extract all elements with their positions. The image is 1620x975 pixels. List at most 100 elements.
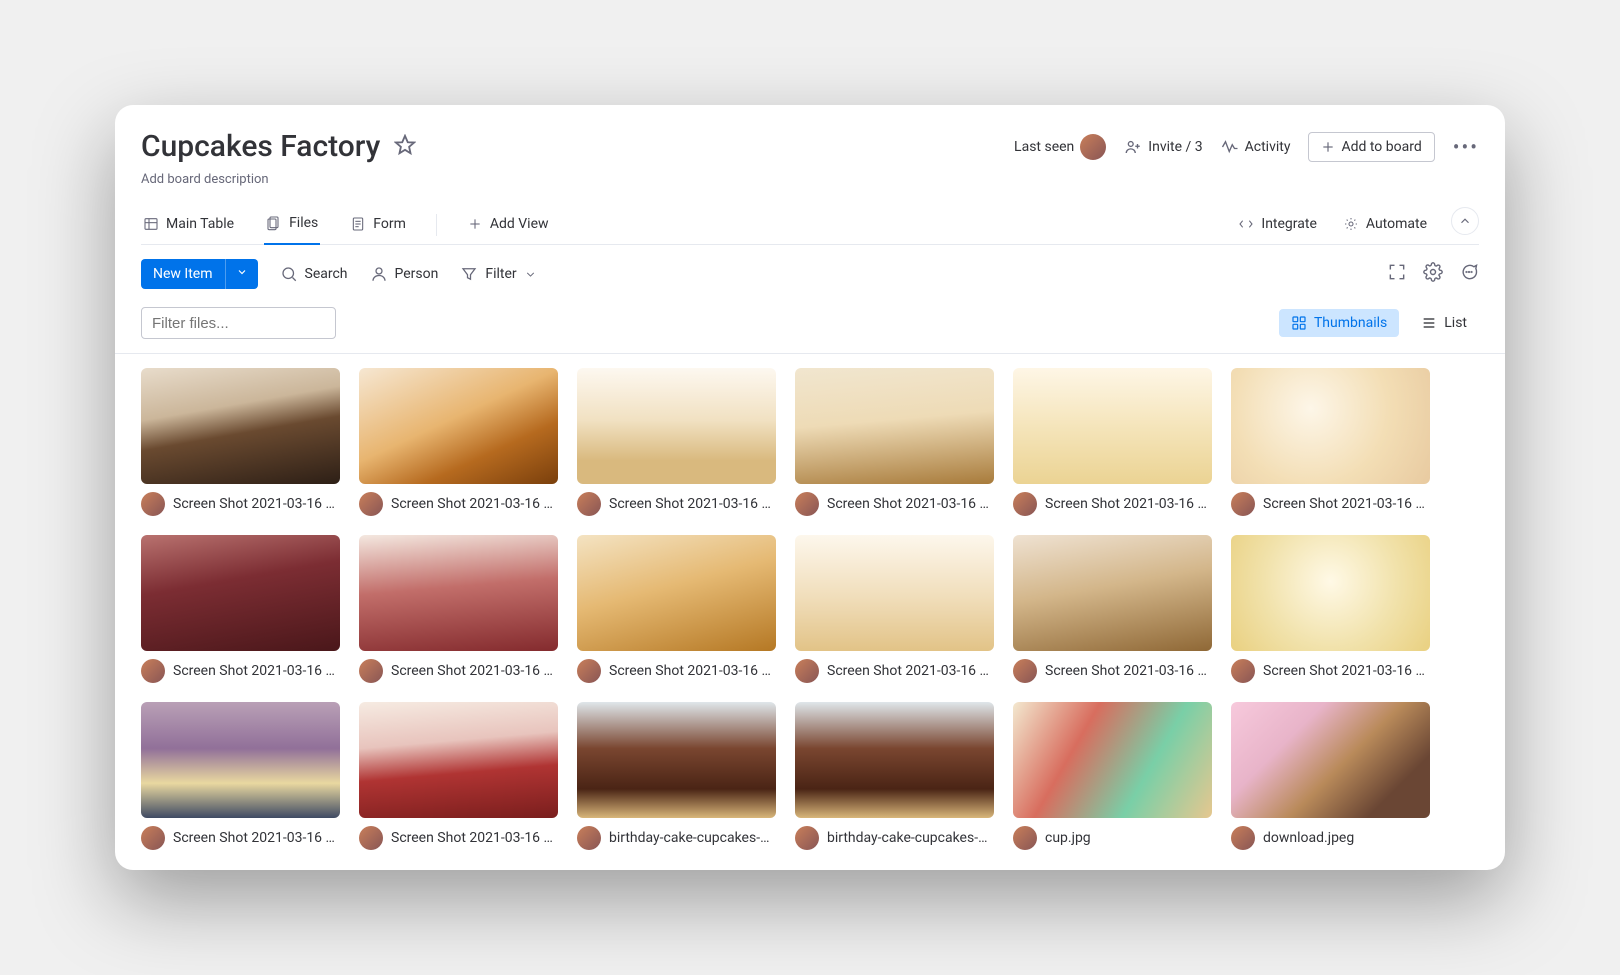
file-name: Screen Shot 2021-03-16 a... <box>1263 663 1430 679</box>
file-name: Screen Shot 2021-03-16 a... <box>827 663 994 679</box>
invite-button[interactable]: Invite / 3 <box>1124 138 1202 156</box>
file-meta: Screen Shot 2021-03-16 a... <box>1013 492 1212 516</box>
tab-main-table[interactable]: Main Table <box>141 206 236 244</box>
last-seen-label: Last seen <box>1014 139 1074 155</box>
file-meta: Screen Shot 2021-03-16 a... <box>359 492 558 516</box>
avatar <box>1231 826 1255 850</box>
filter-files-input[interactable] <box>141 307 336 339</box>
list-view-button[interactable]: List <box>1409 309 1479 337</box>
automate-label: Automate <box>1366 216 1427 232</box>
avatar <box>795 826 819 850</box>
comments-button[interactable] <box>1459 262 1479 286</box>
filter-label: Filter <box>485 266 516 282</box>
files-grid: Screen Shot 2021-03-16 a... Screen Shot … <box>141 368 1479 850</box>
avatar <box>795 492 819 516</box>
activity-button[interactable]: Activity <box>1221 138 1291 156</box>
file-name: Screen Shot 2021-03-16 a... <box>1045 496 1212 512</box>
board-title: Cupcakes Factory <box>141 129 380 164</box>
add-view-button[interactable]: Add View <box>465 206 551 244</box>
file-meta: birthday-cake-cupcakes-w... <box>577 826 776 850</box>
file-card[interactable]: Screen Shot 2021-03-16 a... <box>141 535 340 683</box>
file-meta: Screen Shot 2021-03-16 a... <box>795 492 994 516</box>
file-name: Screen Shot 2021-03-16 a... <box>827 496 994 512</box>
file-card[interactable]: Screen Shot 2021-03-16 a... <box>1013 535 1212 683</box>
integrate-button[interactable]: Integrate <box>1236 206 1319 236</box>
board-description[interactable]: Add board description <box>141 172 1479 187</box>
file-thumbnail <box>141 702 340 818</box>
file-name: Screen Shot 2021-03-16 a... <box>391 663 558 679</box>
settings-button[interactable] <box>1423 262 1443 286</box>
add-to-board-button[interactable]: Add to board <box>1308 132 1434 162</box>
avatar <box>577 826 601 850</box>
file-thumbnail <box>795 368 994 484</box>
file-thumbnail <box>795 535 994 651</box>
file-name: Screen Shot 2021-03-16 a... <box>1045 663 1212 679</box>
file-card[interactable]: cup.jpg <box>1013 702 1212 850</box>
file-name: Screen Shot 2021-03-16 a... <box>1263 496 1430 512</box>
add-view-label: Add View <box>490 216 549 232</box>
file-name: cup.jpg <box>1045 830 1091 846</box>
file-card[interactable]: Screen Shot 2021-03-16 a... <box>359 368 558 516</box>
more-menu-button[interactable]: ••• <box>1453 135 1479 159</box>
file-card[interactable]: Screen Shot 2021-03-16 a... <box>359 535 558 683</box>
file-card[interactable]: Screen Shot 2021-03-16 a... <box>795 535 994 683</box>
avatar <box>577 492 601 516</box>
person-filter-button[interactable]: Person <box>370 265 439 283</box>
file-card[interactable]: Screen Shot 2021-03-16 a... <box>141 702 340 850</box>
new-item-dropdown[interactable] <box>225 259 258 289</box>
file-card[interactable]: Screen Shot 2021-03-16 a... <box>1013 368 1212 516</box>
tab-files-label: Files <box>289 215 318 231</box>
avatar <box>1231 492 1255 516</box>
favorite-star-button[interactable] <box>394 134 416 160</box>
last-seen[interactable]: Last seen <box>1014 134 1106 160</box>
avatar <box>141 659 165 683</box>
tab-files[interactable]: Files <box>264 205 320 245</box>
file-card[interactable]: birthday-cake-cupcakes-w... <box>577 702 776 850</box>
file-card[interactable]: birthday-cake-cupcakes-w... <box>795 702 994 850</box>
file-name: birthday-cake-cupcakes-w... <box>609 830 776 846</box>
file-card[interactable]: download.jpeg <box>1231 702 1430 850</box>
filter-files-field[interactable] <box>152 315 351 332</box>
file-meta: Screen Shot 2021-03-16 a... <box>1013 659 1212 683</box>
divider <box>436 214 437 236</box>
collapse-button[interactable] <box>1451 207 1479 235</box>
file-card[interactable]: Screen Shot 2021-03-16 a... <box>141 368 340 516</box>
fullscreen-button[interactable] <box>1387 262 1407 286</box>
file-card[interactable]: Screen Shot 2021-03-16 a... <box>795 368 994 516</box>
filter-button[interactable]: Filter <box>460 265 536 283</box>
file-meta: download.jpeg <box>1231 826 1430 850</box>
file-meta: Screen Shot 2021-03-16 a... <box>359 826 558 850</box>
tab-form[interactable]: Form <box>348 206 408 244</box>
title-wrap: Cupcakes Factory <box>141 129 416 164</box>
file-thumbnail <box>577 368 776 484</box>
file-card[interactable]: Screen Shot 2021-03-16 a... <box>359 702 558 850</box>
file-card[interactable]: Screen Shot 2021-03-16 a... <box>577 535 776 683</box>
file-thumbnail <box>577 702 776 818</box>
file-meta: Screen Shot 2021-03-16 a... <box>795 659 994 683</box>
thumbnails-view-button[interactable]: Thumbnails <box>1279 309 1399 337</box>
automate-button[interactable]: Automate <box>1341 206 1429 236</box>
board-window: Cupcakes Factory Last seen Invite / 3 Ac… <box>115 105 1505 870</box>
file-thumbnail <box>1231 368 1430 484</box>
file-card[interactable]: Screen Shot 2021-03-16 a... <box>577 368 776 516</box>
avatar <box>141 492 165 516</box>
file-thumbnail <box>1231 535 1430 651</box>
avatar <box>1080 134 1106 160</box>
view-toggle: Thumbnails List <box>1279 309 1479 337</box>
avatar <box>795 659 819 683</box>
file-thumbnail <box>141 535 340 651</box>
activity-label: Activity <box>1245 139 1291 155</box>
tab-main-label: Main Table <box>166 216 234 232</box>
file-card[interactable]: Screen Shot 2021-03-16 a... <box>1231 535 1430 683</box>
avatar <box>577 659 601 683</box>
file-name: Screen Shot 2021-03-16 a... <box>173 663 340 679</box>
file-card[interactable]: Screen Shot 2021-03-16 a... <box>1231 368 1430 516</box>
file-thumbnail <box>795 702 994 818</box>
file-thumbnail <box>1013 535 1212 651</box>
file-meta: Screen Shot 2021-03-16 a... <box>359 659 558 683</box>
toolbar: New Item Search Person Filter <box>141 259 1479 289</box>
new-item-button[interactable]: New Item <box>141 259 258 289</box>
file-thumbnail <box>577 535 776 651</box>
thumbnails-label: Thumbnails <box>1314 315 1387 331</box>
search-button[interactable]: Search <box>280 265 348 283</box>
